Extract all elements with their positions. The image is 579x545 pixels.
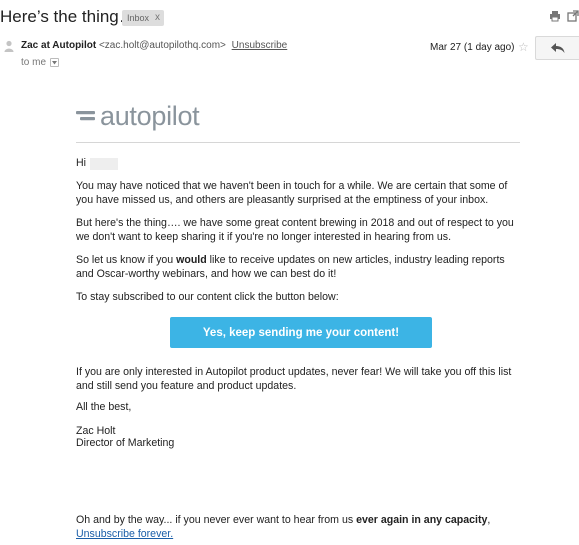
- keep-sending-button[interactable]: Yes, keep sending me your content!: [170, 317, 432, 348]
- message-date: Mar 27 (1 day ago): [430, 42, 515, 53]
- p6-text-c: ,: [487, 514, 491, 526]
- unsubscribe-forever-link[interactable]: Unsubscribe forever.: [76, 528, 173, 540]
- chevron-down-icon: [52, 60, 58, 64]
- message-header: Zac at Autopilot <zac.holt@autopilothq.c…: [0, 36, 579, 72]
- remove-label-button[interactable]: x: [155, 10, 160, 26]
- recipient-text: to me: [21, 57, 47, 68]
- inbox-label-chip[interactable]: Inbox x: [122, 10, 165, 26]
- greeting: Hi: [76, 157, 119, 171]
- greeting-text: Hi: [76, 157, 87, 169]
- person-icon: [4, 40, 14, 52]
- p6-text-a: Oh and by the way... if you never ever w…: [76, 514, 357, 526]
- star-icon[interactable]: ☆: [518, 40, 529, 54]
- autopilot-logo: autopilot: [76, 96, 200, 136]
- signature-title: Director of Marketing: [76, 437, 175, 449]
- paragraph-unsubscribe: Oh and by the way... if you never ever w…: [76, 514, 520, 541]
- paragraph-intro: You may have noticed that we haven't bee…: [76, 180, 508, 206]
- paragraph-preferences: So let us know if you would like to rece…: [76, 254, 520, 281]
- p6-bold: ever again in any capacity: [356, 514, 488, 526]
- subject-bar: Here’s the thing…. Inbox x: [0, 0, 579, 34]
- sender-line: Zac at Autopilot <zac.holt@autopilothq.c…: [21, 40, 287, 51]
- recipient-details-button[interactable]: [50, 58, 60, 67]
- p3-text-a: So let us know if you: [76, 254, 177, 266]
- recipient-line: to me: [21, 57, 60, 68]
- email-subject: Here’s the thing….: [0, 7, 141, 26]
- sender-email: <zac.holt@autopilothq.com>: [98, 40, 226, 51]
- paragraph-product-updates: If you are only interested in Autopilot …: [76, 366, 512, 392]
- paragraph-cta-intro: To stay subscribed to our content click …: [76, 291, 339, 303]
- new-window-icon[interactable]: [567, 10, 579, 22]
- reply-button[interactable]: [535, 36, 579, 60]
- print-icon[interactable]: [549, 10, 561, 22]
- redacted-name: [90, 157, 119, 170]
- divider: [76, 142, 520, 143]
- top-actions: [549, 10, 579, 22]
- signoff: All the best,: [76, 401, 132, 413]
- sender-name[interactable]: Zac at Autopilot: [21, 40, 96, 51]
- p3-bold: would: [176, 254, 207, 266]
- inbox-label-text: Inbox: [127, 13, 150, 23]
- logo-text: autopilot: [100, 100, 200, 131]
- paragraph-content: But here's the thing…. we have some grea…: [76, 217, 514, 243]
- unsubscribe-link[interactable]: Unsubscribe: [232, 40, 288, 51]
- reply-icon: [550, 43, 564, 53]
- logo-mark-icon: [76, 111, 95, 121]
